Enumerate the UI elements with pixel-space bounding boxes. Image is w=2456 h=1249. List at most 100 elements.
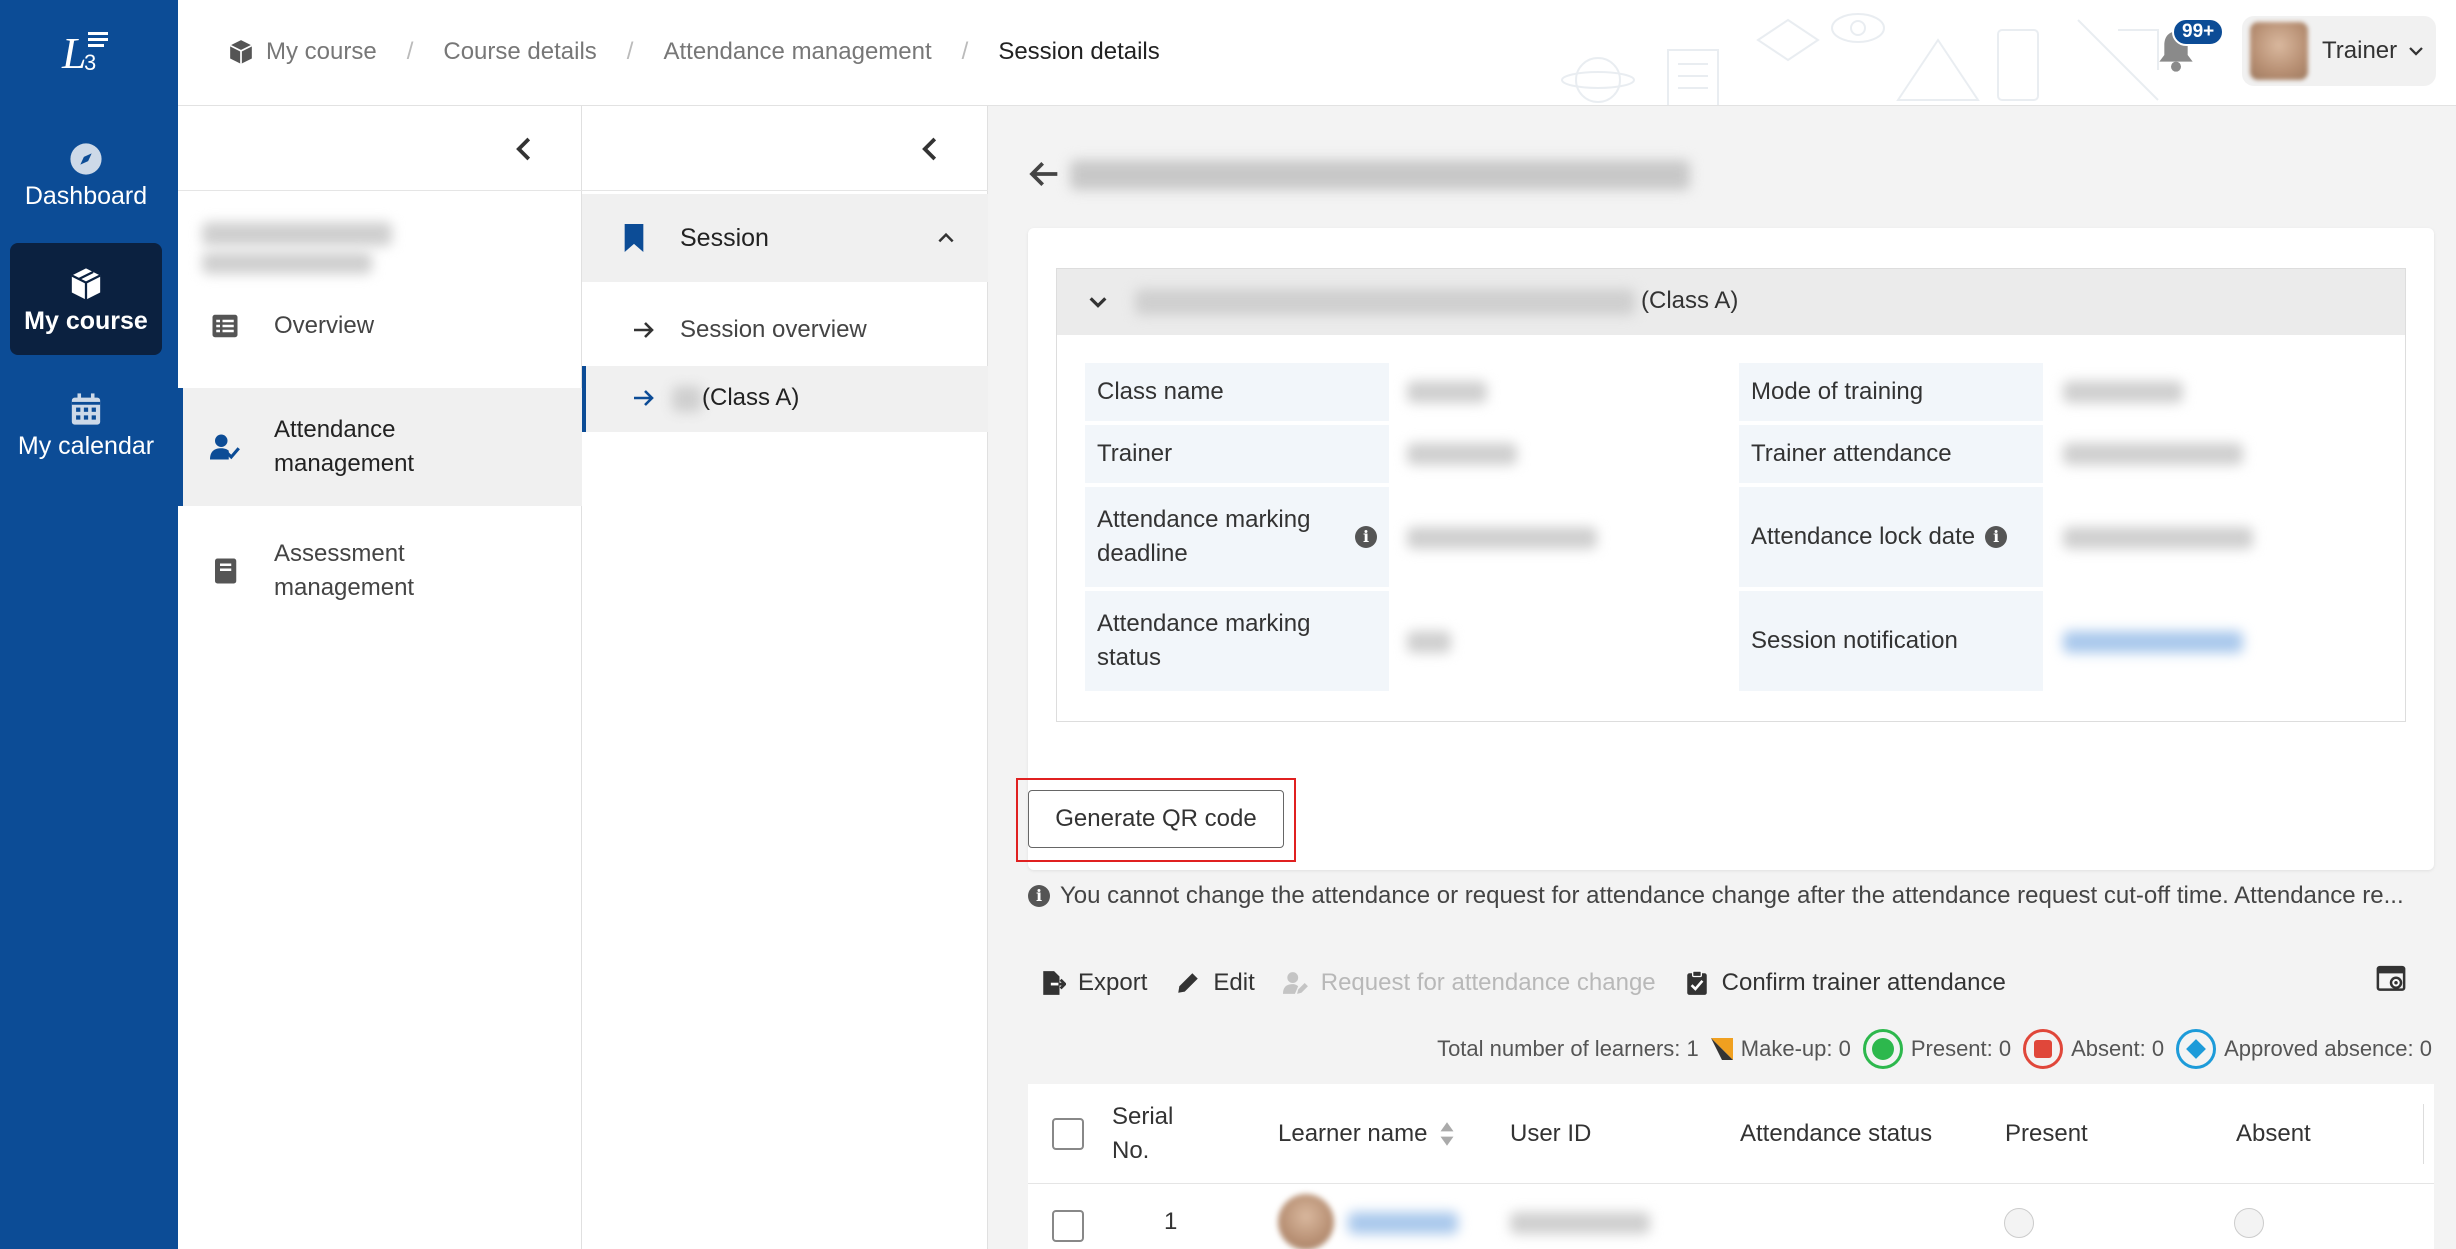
legend-makeup-label: Make-up: 0 [1740, 1036, 1851, 1061]
confirm-trainer-attendance-label: Confirm trainer attendance [1721, 969, 2006, 996]
session-item-overview[interactable]: Session overview [582, 298, 988, 364]
field-label: Trainer [1085, 425, 1389, 483]
breadcrumb-separator: / [406, 38, 414, 65]
row-serial: 1 [1164, 1208, 1178, 1235]
info-icon[interactable]: i [1985, 526, 2008, 548]
column-header-attendance-status: Attendance status [1740, 1120, 1933, 1147]
nav-item-attendance-management[interactable]: Attendance management [178, 388, 582, 506]
rail-item-my-calendar[interactable]: My calendar [10, 368, 162, 480]
divider [582, 190, 988, 191]
nav-item-overview[interactable]: Overview [178, 296, 582, 356]
column-header-user-id: User ID [1510, 1120, 1592, 1147]
chevron-left-icon[interactable] [916, 134, 946, 164]
breadcrumb-attendance-management[interactable]: Attendance management [663, 38, 931, 66]
field-label-text: Attendance marking deadline [1097, 503, 1310, 571]
breadcrumb-course-details[interactable]: Course details [443, 38, 596, 66]
legend-absent-label: Absent: 0 [2071, 1036, 2165, 1061]
request-attendance-change-label: Request for attendance change [1320, 969, 1656, 996]
rail-item-my-course[interactable]: My course [10, 243, 162, 355]
field-value-redacted [1407, 381, 1487, 403]
present-radio[interactable] [2004, 1208, 2034, 1238]
session-name-redacted [1135, 289, 1635, 315]
accordion-header[interactable]: (Class A) [1057, 269, 2405, 335]
file-export-icon [1043, 971, 1066, 995]
select-all-checkbox[interactable] [1052, 1118, 1084, 1150]
legend-approved-absence: Approved absence: 0 [2176, 1029, 2432, 1069]
avatar [2250, 22, 2308, 80]
export-label: Export [1078, 969, 1148, 996]
generate-qr-code-button[interactable]: Generate QR code [1028, 790, 1284, 848]
column-header-label: Learner name [1278, 1120, 1428, 1147]
rail-item-label: My course [24, 307, 148, 335]
nav-item-label: Assessment management [274, 537, 414, 605]
user-edit-icon [1282, 972, 1308, 994]
session-section-header[interactable]: Session [582, 194, 988, 282]
session-item-label: Session overview [680, 316, 867, 343]
field-label-line: Attendance marking [1097, 610, 1311, 637]
box-icon [71, 268, 101, 300]
field-label-line: deadline [1097, 540, 1188, 567]
field-value-redacted [2063, 443, 2243, 465]
session-item-label: (Class A) [702, 384, 800, 411]
table-row: 1 [1028, 1184, 2434, 1249]
field-label: Session notification [1739, 591, 2043, 691]
breadcrumb-my-course[interactable]: My course [266, 38, 377, 66]
learners-table: Serial No. Learner name User ID Attendan… [1028, 1084, 2434, 1249]
session-notification-link-redacted[interactable] [2063, 631, 2243, 653]
confirm-trainer-attendance-button[interactable]: Confirm trainer attendance [1684, 969, 2006, 997]
legend-present: Present: 0 [1862, 1029, 2012, 1069]
session-section-label: Session [680, 223, 769, 252]
session-info-card: (Class A) Class name Mode of training Tr… [1028, 228, 2434, 870]
pencil-icon [1178, 973, 1199, 993]
field-label: Trainer attendance [1739, 425, 2043, 483]
column-header-learner-name[interactable]: Learner name [1278, 1084, 1455, 1184]
session-panel: Session Session overview (Class A) [582, 106, 988, 1249]
app-logo: L 3 [61, 29, 108, 76]
rail-item-dashboard[interactable]: Dashboard [10, 118, 162, 230]
nav-item-label-line: Attendance [274, 416, 396, 443]
avatar [1278, 1194, 1334, 1249]
notification-badge: 99+ [2172, 18, 2225, 46]
row-checkbox[interactable] [1052, 1210, 1084, 1242]
column-header-line: No. [1112, 1137, 1150, 1164]
field-value-redacted [1407, 631, 1451, 653]
sort-icon[interactable] [1439, 1121, 1455, 1147]
chevron-down-icon [1089, 297, 1107, 308]
breadcrumb-separator: / [961, 38, 969, 65]
session-item-class-a[interactable]: (Class A) [582, 366, 988, 432]
field-label-text: Attendance lock date [1751, 523, 1976, 550]
absent-radio[interactable] [2234, 1208, 2264, 1238]
info-icon[interactable]: i [1355, 526, 1377, 548]
column-header-serial: Serial No. [1112, 1084, 1173, 1184]
rail-item-label: Dashboard [24, 182, 148, 210]
attendance-notice: i You cannot change the attendance or re… [1028, 878, 2438, 914]
clipboard-check-icon [1686, 970, 1707, 995]
legend-total: Total number of learners: 1 [1437, 1036, 1699, 1061]
field-label: Attendance lock date i [1739, 487, 2043, 587]
request-attendance-change-button[interactable]: Request for attendance change [1282, 969, 1656, 997]
arrow-left-icon[interactable] [1028, 158, 1060, 190]
legend-approved-label: Approved absence: 0 [2224, 1036, 2432, 1061]
approved-absence-status-icon [2176, 1029, 2217, 1069]
nav-item-label-line: management [274, 450, 415, 477]
column-settings-icon[interactable] [2376, 964, 2406, 994]
column-divider [2423, 1104, 2424, 1164]
export-button[interactable]: Export [1040, 969, 1147, 997]
edit-button[interactable]: Edit [1175, 969, 1255, 997]
session-title-redacted [1070, 160, 1690, 190]
user-check-icon [210, 434, 240, 460]
field-label: Class name [1085, 363, 1389, 421]
breadcrumb: My course / Course details / Attendance … [228, 0, 1160, 104]
table-toolbar: Export Edit Request for attendance chang… [1040, 958, 2034, 1008]
chevron-down-icon [2409, 47, 2423, 56]
nav-item-assessment-management[interactable]: Assessment management [178, 512, 582, 630]
present-status-icon [1862, 1029, 1903, 1069]
class-label: (Class A) [1641, 287, 1739, 314]
user-menu[interactable]: Trainer [2242, 16, 2436, 86]
list-icon [212, 314, 238, 338]
learner-name-redacted[interactable] [1348, 1212, 1458, 1234]
chevron-up-icon [938, 232, 954, 243]
class-accordion: (Class A) Class name Mode of training Tr… [1056, 268, 2406, 722]
legend-present-label: Present: 0 [1910, 1036, 2012, 1061]
chevron-left-icon[interactable] [510, 134, 540, 164]
